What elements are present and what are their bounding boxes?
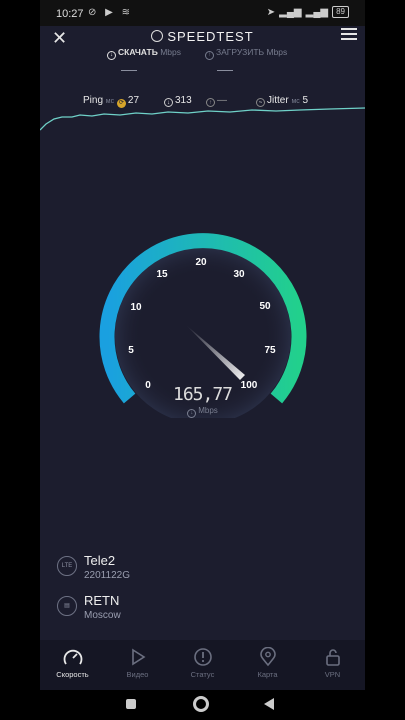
test-labels: ↓ СКАЧАТЬ Mbps ↑ ЗАГРУЗИТЬ Mbps xyxy=(40,47,365,61)
alert-icon xyxy=(193,648,212,666)
provider-ip: 2201122G xyxy=(84,570,130,581)
gauge-tick-label: 75 xyxy=(264,345,276,356)
system-nav-bar xyxy=(40,690,365,720)
provider-name: Tele2 xyxy=(84,553,116,568)
server-location: Moscow xyxy=(84,610,121,621)
gauge-tick-label: 20 xyxy=(195,257,207,268)
play-icon xyxy=(131,648,145,666)
nav-label: Статус xyxy=(190,670,215,679)
gauge-tick-label: 15 xyxy=(156,269,168,280)
download-label: ↓ СКАЧАТЬ Mbps xyxy=(107,47,181,60)
status-icons-right: ➤ ▂▄▆ ▂▄▆ 89 xyxy=(267,6,349,18)
download-value-placeholder xyxy=(121,70,137,71)
status-bar: 10:27 ⊘ ▶ ≋ ➤ ▂▄▆ ▂▄▆ 89 xyxy=(40,0,365,26)
speed-value: 165,77 xyxy=(172,384,233,405)
lock-icon xyxy=(325,649,340,666)
speedtest-logo-icon xyxy=(151,30,164,42)
lte-icon: LTE xyxy=(57,556,77,576)
header: ✕ SPEEDTEST xyxy=(40,26,365,48)
nav-label: Карта xyxy=(257,670,278,679)
nav-item-vpn[interactable]: VPN xyxy=(300,640,365,690)
app-title: SPEEDTEST xyxy=(40,29,365,44)
nav-label: Видео xyxy=(126,670,149,679)
upload-label: ↑ ЗАГРУЗИТЬ Mbps xyxy=(205,47,287,60)
status-time: 10:27 xyxy=(56,8,84,20)
status-icons-left: ⊘ ▶ ≋ xyxy=(88,7,134,18)
nav-item-status[interactable]: Статус xyxy=(170,640,235,690)
gauge-tick-label: 10 xyxy=(130,302,142,313)
home-button[interactable] xyxy=(193,696,209,712)
menu-button[interactable] xyxy=(341,28,357,42)
map-pin-icon xyxy=(259,647,276,667)
recents-button[interactable] xyxy=(126,699,136,709)
bottom-nav: Скорость Видео Статус Карта VPN xyxy=(40,640,365,690)
upload-value-placeholder xyxy=(217,70,233,71)
nav-label: Скорость xyxy=(56,670,89,679)
app-title-text: SPEEDTEST xyxy=(167,29,254,44)
download-icon: ↓ xyxy=(107,51,116,60)
speed-unit: ↓ Mbps xyxy=(40,406,365,418)
download-small-icon: ↓ xyxy=(187,409,197,418)
gauge-tick-label: 30 xyxy=(233,269,245,280)
signal-icon: ▂▄▆ xyxy=(279,6,302,18)
server-icon: ▤ xyxy=(57,596,77,616)
wifi-signal-icon: ▂▄▆ xyxy=(305,6,329,18)
app-screen: 10:27 ⊘ ▶ ≋ ➤ ▂▄▆ ▂▄▆ 89 ✕ SPEEDTEST ↓ СК… xyxy=(40,0,365,720)
speed-reading: 165,77 ↓ Mbps xyxy=(40,384,365,418)
back-button[interactable] xyxy=(264,698,274,710)
ping-graph xyxy=(40,107,365,131)
nav-item-map[interactable]: Карта xyxy=(235,640,300,690)
location-icon: ➤ xyxy=(266,6,276,18)
upload-icon: ↑ xyxy=(205,51,214,60)
nav-label: VPN xyxy=(324,670,341,679)
gauge-tick-label: 5 xyxy=(128,345,134,356)
speedometer-icon xyxy=(63,649,82,665)
battery-icon: 89 xyxy=(332,6,349,18)
server-name: RETN xyxy=(84,593,120,608)
nav-item-video[interactable]: Видео xyxy=(105,640,170,690)
nav-item-speed[interactable]: Скорость xyxy=(40,640,105,690)
gauge-tick-label: 50 xyxy=(259,301,271,312)
